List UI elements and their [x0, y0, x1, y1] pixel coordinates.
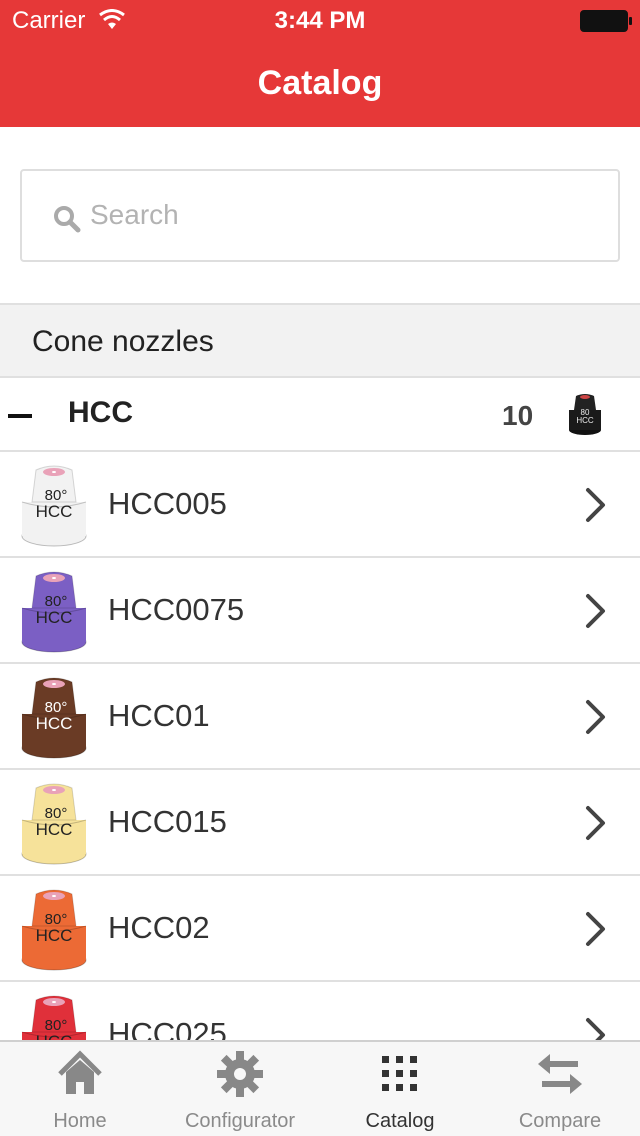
chevron-right-icon[interactable] [584, 805, 608, 841]
nozzle-model-text: HCC [36, 608, 73, 627]
header: Carrier 3:44 PM Catalog [0, 0, 640, 127]
status-time: 3:44 PM [274, 7, 366, 34]
section-title: Cone nozzles [32, 325, 214, 358]
swap-arrows-icon [538, 1054, 582, 1094]
nozzle-model-text: HCC [36, 926, 73, 945]
nozzle-image: 80°HCC [21, 677, 87, 759]
battery-icon [580, 10, 632, 32]
group-row-hcc[interactable]: HCC 10 80 HCC [0, 378, 640, 452]
list-item-label: HCC0075 [108, 592, 245, 627]
home-icon [58, 1050, 102, 1094]
list-item[interactable]: 80° HCC HCC0075 [0, 558, 640, 664]
group-title: HCC [68, 396, 133, 429]
chevron-right-icon[interactable] [584, 699, 608, 735]
tab-label-home: Home [53, 1110, 107, 1132]
nozzle-image: 80°HCC [21, 889, 87, 971]
list-item-label: HCC02 [108, 910, 210, 945]
list-item[interactable]: 80° HCC HCC015 [0, 770, 640, 876]
tab-label-compare: Compare [518, 1110, 602, 1132]
page-title: Catalog [257, 64, 383, 102]
list-item[interactable]: 80° HCC HCC02 [0, 876, 640, 982]
search-icon [54, 206, 81, 233]
chevron-right-icon[interactable] [584, 593, 608, 629]
nozzle-model-text: HCC [36, 820, 73, 839]
tab-label-catalog: Catalog [365, 1110, 435, 1132]
svg-text:HCC: HCC [576, 416, 594, 425]
grid-icon [382, 1056, 417, 1091]
nozzle-image: 80°HCC [21, 783, 87, 865]
tab-home[interactable]: Home [0, 1042, 160, 1136]
tab-configurator[interactable]: Configurator [160, 1042, 320, 1136]
list-item[interactable]: 80° HCC HCC01 [0, 664, 640, 770]
list-item-label: HCC005 [108, 486, 227, 521]
list-item-label: HCC015 [108, 804, 227, 839]
nozzle-model-text: HCC [36, 1032, 73, 1040]
tab-catalog[interactable]: Catalog [320, 1042, 480, 1136]
chevron-right-icon[interactable] [584, 1017, 608, 1040]
list-item-label: HCC025 [108, 1016, 227, 1040]
chevron-right-icon[interactable] [584, 487, 608, 523]
nozzle-model-text: HCC [36, 502, 73, 521]
chevron-right-icon[interactable] [584, 911, 608, 947]
search-area: Search [0, 127, 640, 303]
status-bar: Carrier 3:44 PM [0, 0, 640, 40]
gear-icon [217, 1051, 263, 1097]
nozzle-image: 80°HCC [21, 465, 87, 547]
search-input[interactable]: Search [20, 169, 620, 262]
collapse-minus-icon[interactable] [8, 414, 32, 418]
nozzle-thumbnail-icon: 80 HCC [569, 394, 601, 435]
tab-label-configurator: Configurator [184, 1110, 296, 1132]
section-header: Cone nozzles [0, 303, 640, 378]
group-count: 10 [502, 400, 534, 431]
tab-compare[interactable]: Compare [480, 1042, 640, 1136]
list-item-label: HCC01 [108, 698, 210, 733]
list-item[interactable]: 80°HCC HCC025 [0, 982, 640, 1040]
nozzle-list[interactable]: 80° HCC HCC005 80° HCC HCC0075 80° HCC HCC01 80° H… [0, 452, 640, 1040]
search-placeholder: Search [90, 199, 179, 230]
list-item[interactable]: 80° HCC HCC005 [0, 452, 640, 558]
tab-bar: Home Configurator Catalog Compare [0, 1040, 640, 1136]
nozzle-model-text: HCC [36, 714, 73, 733]
nozzle-image: 80°HCC [21, 571, 87, 653]
nozzle-image: 80°HCC [21, 995, 87, 1040]
